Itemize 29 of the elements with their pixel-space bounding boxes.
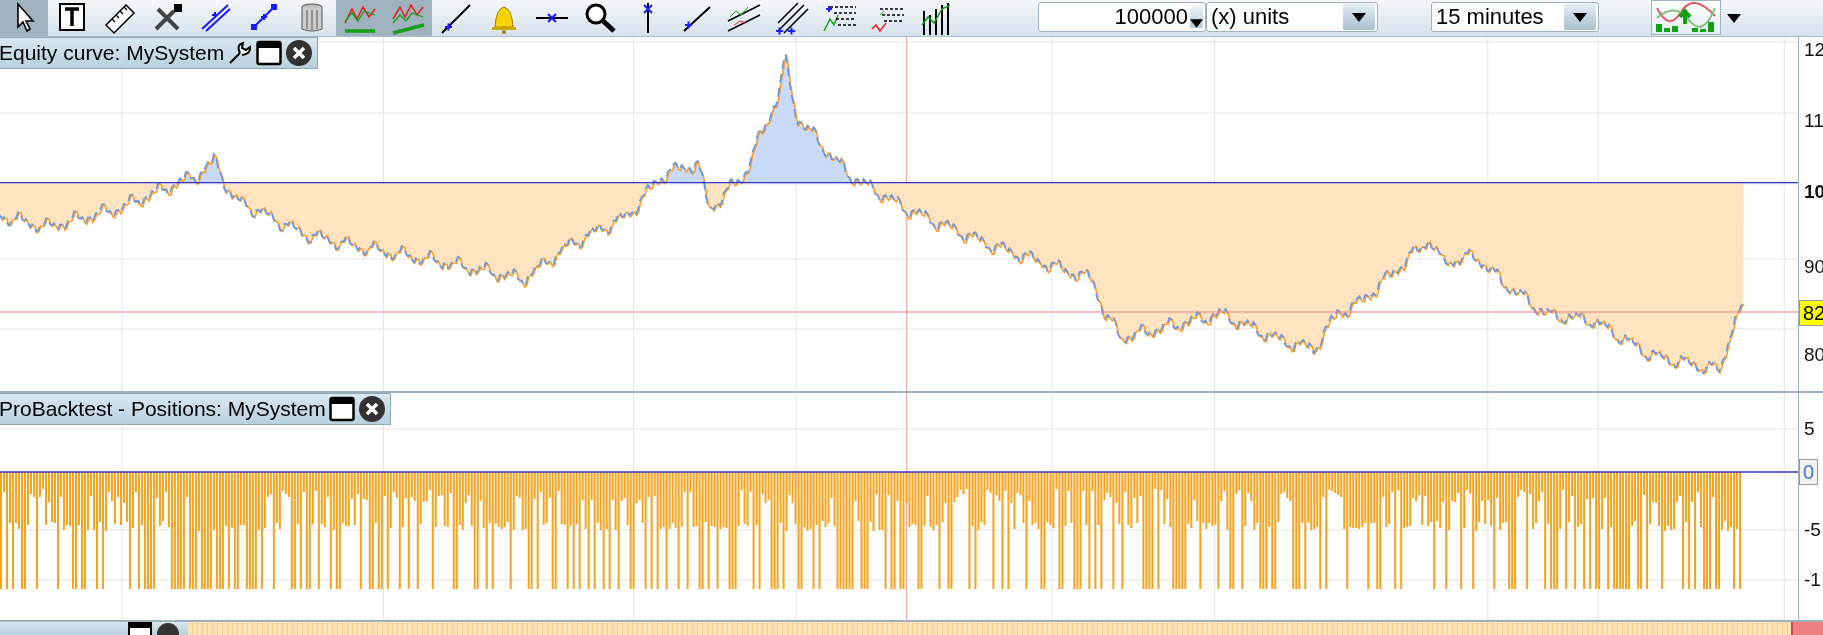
axis-label: 5 bbox=[1804, 419, 1815, 439]
timeframe-dropdown[interactable]: 15 minutes bbox=[1431, 2, 1599, 32]
close-icon bbox=[156, 622, 180, 635]
caret-icon bbox=[1573, 12, 1587, 22]
close-icon bbox=[357, 395, 386, 423]
caret-icon bbox=[1727, 13, 1741, 23]
window-icon bbox=[328, 396, 355, 422]
fan-lines-icon bbox=[774, 0, 810, 36]
caret-icon bbox=[1190, 19, 1203, 28]
caret-icon bbox=[1352, 12, 1366, 22]
zero-label: 0 bbox=[1799, 459, 1819, 485]
close-button[interactable] bbox=[357, 395, 386, 423]
axis-label: -1 bbox=[1804, 570, 1821, 590]
window-icon bbox=[128, 622, 152, 635]
quantity-field[interactable]: 100000 bbox=[1038, 2, 1206, 32]
axis-label: -5 bbox=[1804, 520, 1821, 540]
close-button[interactable] bbox=[285, 39, 314, 67]
chart-icon bbox=[1655, 1, 1717, 34]
units-dropdown[interactable]: (x) units bbox=[1206, 2, 1378, 32]
tool-button[interactable] bbox=[0, 0, 48, 36]
panel-title: ProBacktest - Positions: MySystem bbox=[0, 397, 326, 421]
window-icon bbox=[256, 40, 283, 66]
vertical-line-icon bbox=[642, 2, 654, 34]
axis-label: 11 bbox=[1804, 111, 1823, 131]
horizontal-line-icon bbox=[535, 12, 569, 24]
window-button[interactable] bbox=[328, 396, 355, 422]
window-button[interactable] bbox=[256, 40, 283, 66]
close-icon bbox=[285, 39, 314, 67]
panel-title: Equity curve: MySystem bbox=[0, 41, 225, 65]
